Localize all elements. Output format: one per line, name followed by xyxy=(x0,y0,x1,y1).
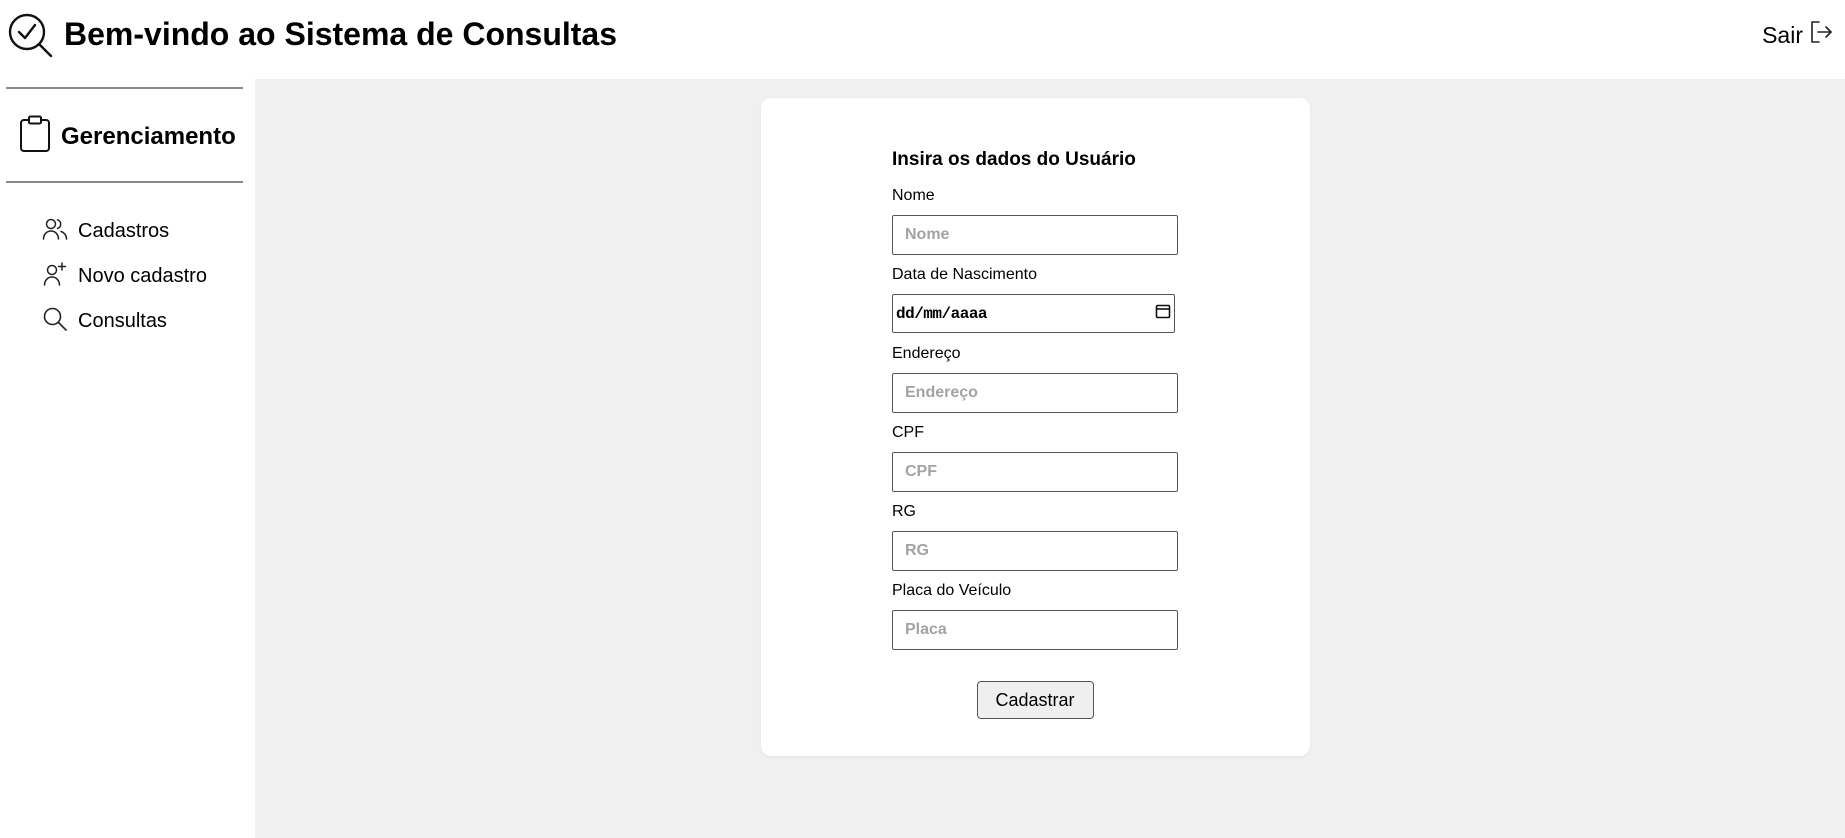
cpf-input[interactable] xyxy=(892,452,1178,492)
search-check-icon xyxy=(7,12,54,59)
submit-wrapper: Cadastrar xyxy=(892,681,1178,719)
endereco-label: Endereço xyxy=(892,345,961,362)
nome-label: Nome xyxy=(892,187,935,204)
sidebar-item-label: Novo cadastro xyxy=(78,265,207,287)
clipboard-icon xyxy=(19,115,51,158)
logout-button[interactable]: Sair xyxy=(1762,20,1833,50)
sidebar-item-novo-cadastro[interactable]: Novo cadastro xyxy=(42,254,207,299)
sidebar-item-cadastros[interactable]: Cadastros xyxy=(42,209,207,254)
sidebar-divider-top xyxy=(6,87,243,89)
sidebar-nav: Cadastros Novo cadastro Consultas xyxy=(42,209,207,344)
sidebar-section-header: Gerenciamento xyxy=(19,115,236,158)
main-content: Insira os dados do Usuário Nome Data de … xyxy=(255,79,1845,838)
user-plus-icon xyxy=(42,261,68,293)
registration-card: Insira os dados do Usuário Nome Data de … xyxy=(761,98,1310,756)
endereco-input[interactable] xyxy=(892,373,1178,413)
nascimento-label: Data de Nascimento xyxy=(892,266,1037,283)
birthdate-value: dd/mm/aaaa xyxy=(896,304,988,323)
cadastrar-button[interactable]: Cadastrar xyxy=(976,681,1094,719)
calendar-icon[interactable] xyxy=(1154,302,1172,325)
sidebar-item-consultas[interactable]: Consultas xyxy=(42,299,207,344)
sidebar-divider-bottom xyxy=(6,181,243,183)
sidebar-item-label: Consultas xyxy=(78,310,167,332)
birthdate-input[interactable]: dd/mm/aaaa xyxy=(892,294,1175,333)
rg-input[interactable] xyxy=(892,531,1178,571)
logout-icon xyxy=(1809,19,1833,51)
page-title: Bem-vindo ao Sistema de Consultas xyxy=(64,16,618,52)
placa-input[interactable] xyxy=(892,610,1178,650)
user-registration-form: Insira os dados do Usuário Nome Data de … xyxy=(892,148,1182,719)
placa-label: Placa do Veículo xyxy=(892,582,1012,599)
sidebar: Gerenciamento Cadastros Novo cadastro Co… xyxy=(0,79,255,838)
cpf-label: CPF xyxy=(892,424,924,441)
users-icon xyxy=(42,216,68,248)
rg-label: RG xyxy=(892,503,916,520)
form-heading: Insira os dados do Usuário xyxy=(892,149,1136,170)
logout-label: Sair xyxy=(1762,21,1803,48)
search-icon xyxy=(42,306,68,338)
app-header: Bem-vindo ao Sistema de Consultas Sair xyxy=(0,0,1845,79)
sidebar-section-title: Gerenciamento xyxy=(61,122,236,150)
nome-input[interactable] xyxy=(892,215,1178,255)
sidebar-item-label: Cadastros xyxy=(78,220,170,242)
